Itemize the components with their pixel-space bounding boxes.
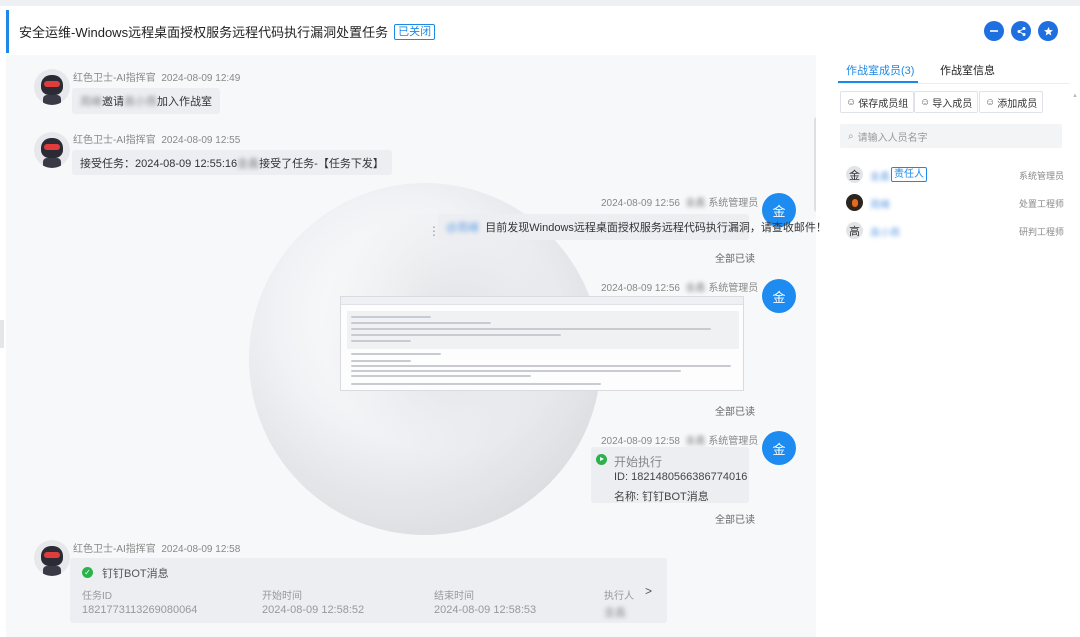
avatar bbox=[34, 540, 70, 576]
owner-badge: 责任人 bbox=[891, 167, 927, 182]
star-icon[interactable] bbox=[1038, 21, 1058, 41]
exec-status: 开始执行 bbox=[614, 455, 663, 469]
read-status: 全部已读 bbox=[715, 515, 755, 526]
sender-name: 红色卫士-AI指挥官 bbox=[73, 544, 156, 555]
mention[interactable]: @周峰 bbox=[446, 219, 479, 235]
top-strip bbox=[0, 0, 1080, 6]
tab-members[interactable]: 作战室成员(3) bbox=[846, 62, 914, 78]
message-meta: 红色卫士-AI指挥官 2024-08-09 12:49 bbox=[73, 69, 240, 84]
sender-name: 金鑫 bbox=[685, 283, 706, 294]
column-header: 执行人 bbox=[604, 591, 634, 602]
message-bubble: @周峰 目前发现Windows远程桌面授权服务远程代码执行漏洞，请查收邮件！ bbox=[438, 214, 827, 240]
member-row[interactable]: 周峰 处置工程师 bbox=[844, 194, 1064, 212]
message-meta: 2024-08-09 12:56 金鑫 系统管理员 bbox=[601, 194, 758, 209]
avatar: 高 bbox=[846, 222, 863, 239]
avatar bbox=[34, 69, 70, 105]
message-time: 2024-08-09 12:56 bbox=[601, 283, 680, 294]
message-meta: 红色卫士-AI指挥官 2024-08-09 12:55 bbox=[73, 131, 240, 146]
sender-name: 金鑫 bbox=[685, 198, 706, 209]
read-status: 全部已读 bbox=[715, 407, 755, 418]
column-header: 任务ID bbox=[82, 591, 112, 602]
message-meta: 红色卫士-AI指挥官 2024-08-09 12:58 bbox=[73, 540, 240, 555]
column-header: 结束时间 bbox=[434, 591, 474, 602]
bot-card-title: 钉钉BOT消息 bbox=[102, 568, 169, 580]
exec-id: ID: 1821480566386774016 bbox=[614, 471, 748, 483]
sender-role: 系统管理员 bbox=[708, 283, 759, 294]
email-screenshot-image[interactable] bbox=[340, 296, 744, 391]
sender-name: 红色卫士-AI指挥官 bbox=[73, 73, 156, 84]
share-icon[interactable] bbox=[1011, 21, 1031, 41]
group-icon: ☺ bbox=[846, 96, 857, 108]
chat-scrollbar[interactable] bbox=[814, 117, 816, 637]
message-bubble: 周峰 邀请 高小燕 加入作战室 bbox=[72, 88, 220, 114]
collapse-handle[interactable] bbox=[0, 320, 4, 348]
column-header: 开始时间 bbox=[262, 591, 302, 602]
member-search-input[interactable]: ⌕ 请输入人员名字 bbox=[840, 124, 1062, 148]
avatar: 金 bbox=[846, 166, 863, 183]
read-status: 全部已读 bbox=[715, 254, 755, 265]
header-actions bbox=[984, 21, 1058, 41]
avatar bbox=[34, 132, 70, 168]
group-icon: ☺ bbox=[920, 96, 931, 108]
import-members-button[interactable]: ☺ 导入成员 bbox=[914, 91, 979, 113]
room-sidebar: 作战室成员(3) 作战室信息 ☺ 保存成员组 ☺ 导入成员 ☺ 添加成员 ▲ ⌕ 请输入… bbox=[830, 55, 1080, 637]
chat-icon[interactable] bbox=[984, 21, 1004, 41]
avatar: 金 bbox=[762, 431, 796, 465]
member-row[interactable]: 金 金鑫 责任人 系统管理员 bbox=[844, 166, 1064, 184]
cell-executor: 金鑫 bbox=[604, 607, 626, 619]
member-name: 高小燕 bbox=[870, 228, 900, 239]
member-name: 金鑫 bbox=[870, 172, 890, 183]
sender-name: 红色卫士-AI指挥官 bbox=[73, 135, 156, 146]
message-time: 2024-08-09 12:55 bbox=[161, 135, 241, 146]
scroll-thumb[interactable] bbox=[814, 117, 816, 212]
cell-end-time: 2024-08-09 12:58:53 bbox=[434, 604, 537, 616]
sender-role: 系统管理员 bbox=[708, 436, 759, 447]
message-bubble: 接受任务：2024-08-09 12:55:16 金鑫 接受了任务-【任务下发】 bbox=[72, 150, 392, 175]
play-icon bbox=[596, 454, 607, 465]
member-row[interactable]: 高 高小燕 研判工程师 bbox=[844, 222, 1064, 240]
avatar: 金 bbox=[762, 279, 796, 313]
group-icon: ☺ bbox=[985, 96, 996, 108]
tab-divider bbox=[838, 83, 1070, 84]
message-meta: 2024-08-09 12:58 金鑫 系统管理员 bbox=[601, 432, 758, 447]
task-header: 安全运维-Windows远程桌面授权服务远程代码执行漏洞处置任务 已关闭 bbox=[6, 10, 1080, 53]
message-time: 2024-08-09 12:49 bbox=[161, 73, 241, 84]
avatar bbox=[846, 194, 863, 211]
member-role: 处置工程师 bbox=[1018, 199, 1064, 209]
page-title: 安全运维-Windows远程桌面授权服务远程代码执行漏洞处置任务 bbox=[19, 25, 389, 40]
scroll-up-icon[interactable]: ▲ bbox=[1072, 93, 1078, 99]
search-placeholder: 请输入人员名字 bbox=[857, 132, 928, 144]
bot-result-card[interactable]: ✓ 钉钉BOT消息 任务ID 开始时间 结束时间 执行人 18217731132… bbox=[70, 558, 667, 623]
cell-start-time: 2024-08-09 12:58:52 bbox=[262, 604, 365, 616]
save-member-group-button[interactable]: ☺ 保存成员组 bbox=[840, 91, 915, 113]
sender-name: 金鑫 bbox=[685, 436, 706, 447]
member-role: 研判工程师 bbox=[1018, 227, 1064, 237]
check-icon: ✓ bbox=[82, 567, 93, 578]
message-time: 2024-08-09 12:58 bbox=[601, 436, 680, 447]
add-member-button[interactable]: ☺ 添加成员 bbox=[979, 91, 1044, 113]
search-icon: ⌕ bbox=[848, 130, 854, 142]
tab-room-info[interactable]: 作战室信息 bbox=[940, 62, 995, 78]
member-name: 周峰 bbox=[870, 200, 890, 211]
message-time: 2024-08-09 12:56 bbox=[601, 198, 680, 209]
execution-card[interactable]: 开始执行 ID: 1821480566386774016 名称: 钉钉BOT消息 bbox=[591, 447, 749, 503]
sender-role: 系统管理员 bbox=[708, 198, 759, 209]
member-role: 系统管理员 bbox=[1018, 171, 1064, 181]
active-tab-indicator bbox=[838, 81, 918, 83]
message-time: 2024-08-09 12:58 bbox=[161, 544, 241, 555]
status-badge: 已关闭 bbox=[394, 23, 436, 40]
message-meta: 2024-08-09 12:56 金鑫 系统管理员 bbox=[601, 279, 758, 294]
chevron-right-icon[interactable]: > bbox=[645, 584, 652, 598]
cell-task-id: 1821773113269080064 bbox=[82, 604, 198, 616]
exec-name: 名称: 钉钉BOT消息 bbox=[614, 491, 709, 503]
